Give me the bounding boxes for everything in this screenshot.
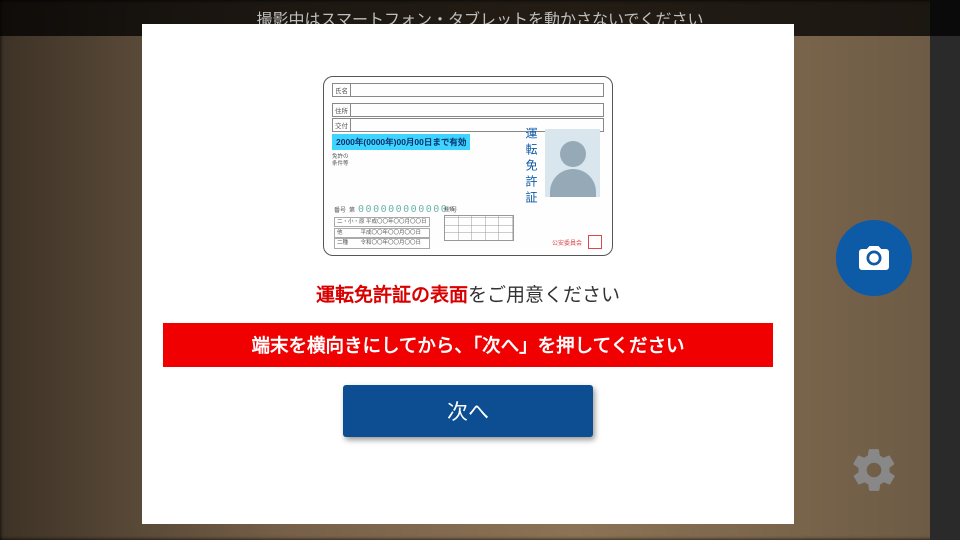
instruction-modal: 氏名 住所 交付 2000年(0000年)00月00日まで有効 免許の 条件等 … (142, 24, 794, 524)
instruction-rest: をご用意ください (468, 285, 620, 306)
right-edge-strip (930, 0, 960, 540)
card-photo-placeholder (545, 129, 600, 197)
card-expiry-text: 2000年(0000年)00月00日まで有効 (332, 134, 470, 150)
camera-controls (824, 0, 924, 540)
next-button[interactable]: 次へ (343, 385, 593, 437)
card-title-vertical: 運転免許証 (526, 127, 540, 207)
card-stamp-box (588, 235, 602, 249)
instruction-text: 運転免許証の表面をご用意ください (316, 280, 620, 307)
orientation-warning-banner: 端末を横向きにしてから、「次へ」を押してください (163, 323, 773, 367)
card-grid-label: 種類 (444, 206, 454, 213)
camera-icon (856, 240, 892, 276)
card-field-issued: 交付 (333, 119, 351, 131)
card-number-row: 番号 第 000000000000 号 (334, 204, 457, 215)
instruction-emphasis: 運転免許証の表面 (316, 285, 468, 306)
card-date-rows: 二・小・原 平成〇〇年〇〇月〇〇日 他 平成〇〇年〇〇月〇〇日 二種 令和〇〇年… (334, 217, 430, 249)
card-field-address: 住所 (333, 104, 351, 116)
warning-text: 端末を横向きにしてから、「次へ」を押してください (251, 335, 684, 356)
card-field-name: 氏名 (333, 84, 351, 96)
license-card-illustration: 氏名 住所 交付 2000年(0000年)00月00日まで有効 免許の 条件等 … (323, 76, 613, 256)
gear-icon (849, 445, 899, 495)
card-category-grid (444, 215, 514, 241)
card-committee-text: 公安委員会 (552, 238, 582, 247)
settings-button[interactable] (844, 440, 904, 500)
shutter-button[interactable] (836, 220, 912, 296)
